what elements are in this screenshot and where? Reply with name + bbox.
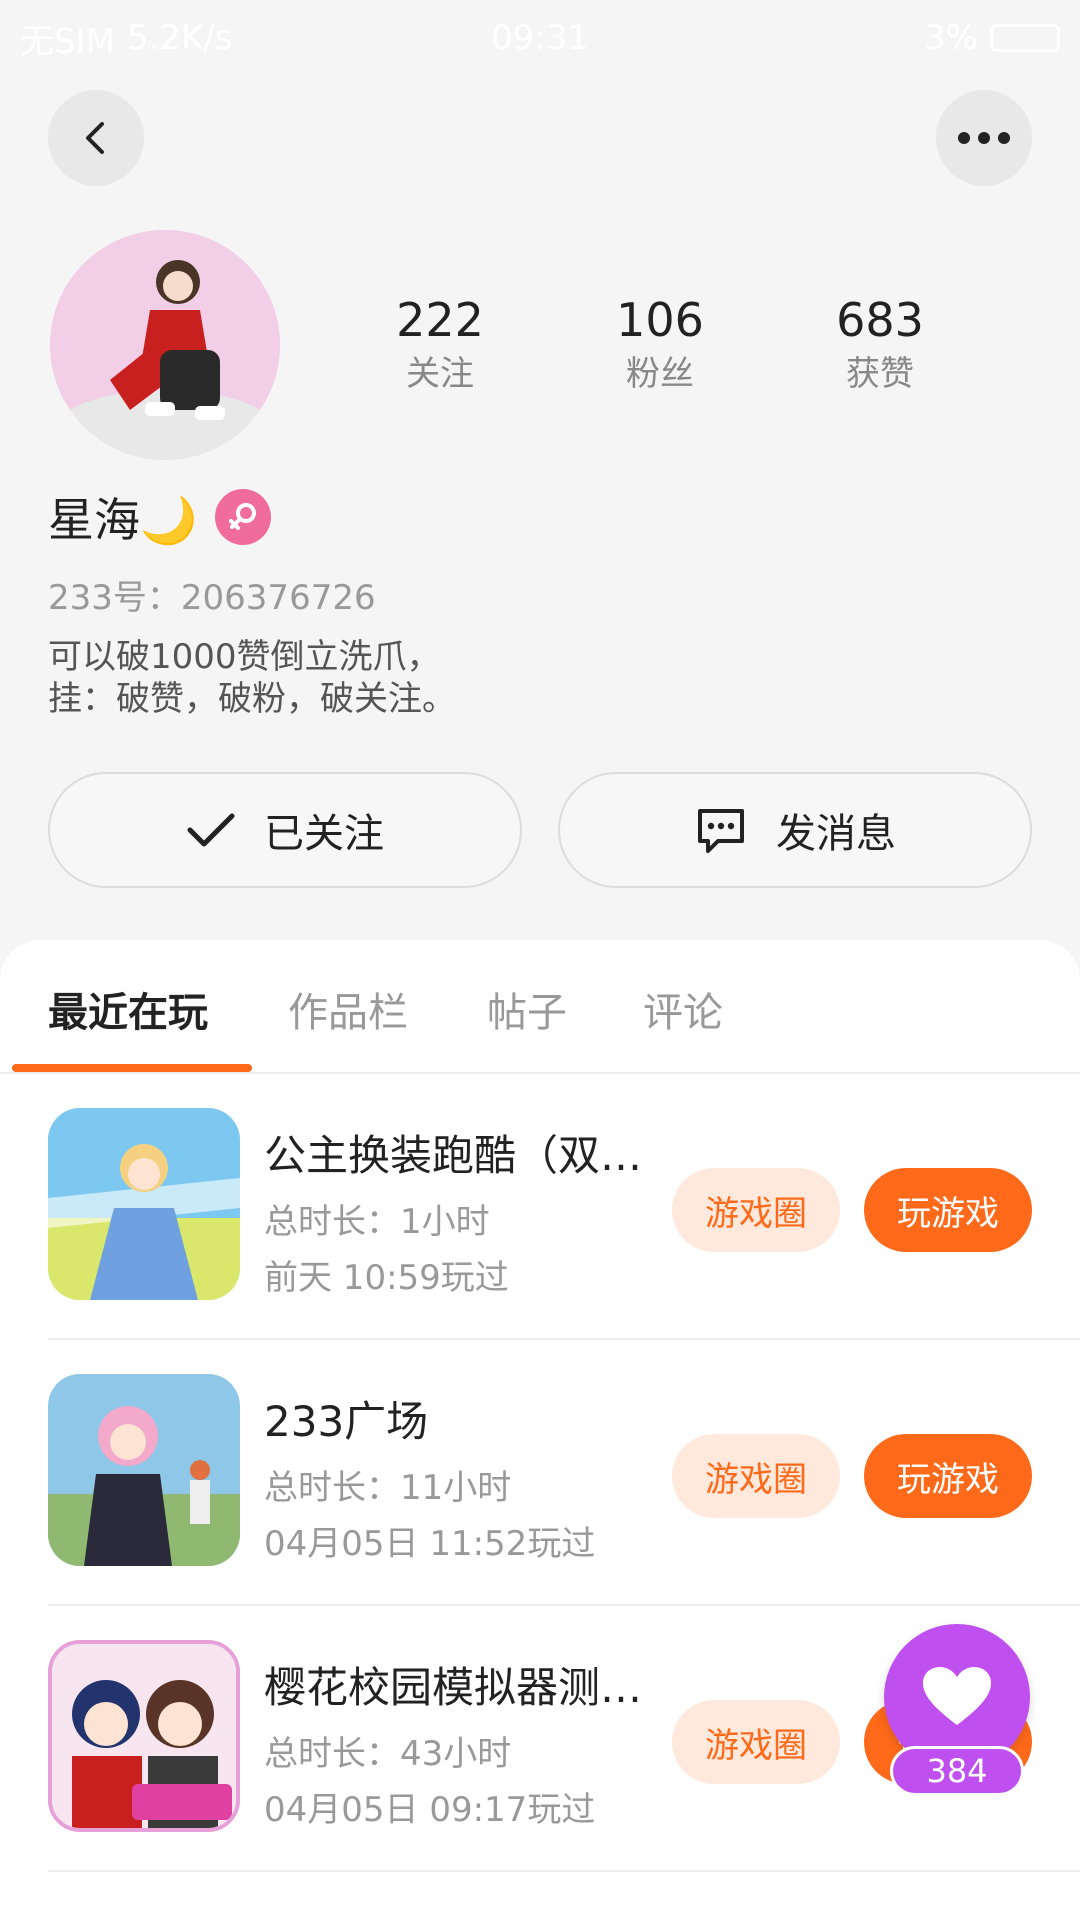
- send-message-button[interactable]: 发消息: [558, 772, 1032, 888]
- game-icon[interactable]: [48, 1374, 240, 1566]
- game-list-item[interactable]: 233广场 总时长：11小时 04月05日 11:52玩过 游戏圈 玩游戏: [0, 1340, 1080, 1606]
- game-last-played: 04月05日 11:52玩过: [264, 1524, 596, 1564]
- user-id-label: 233号：: [48, 578, 181, 618]
- game-title: 公主换装跑酷（双…: [264, 1131, 643, 1180]
- stat-label: 关注: [406, 354, 474, 394]
- game-circle-button[interactable]: 游戏圈: [672, 1434, 840, 1518]
- user-id-value: 206376726: [180, 578, 376, 618]
- followed-button-label: 已关注: [264, 811, 384, 857]
- stat-followers[interactable]: 106 粉丝: [550, 290, 770, 398]
- game-list-item[interactable]: 公主换装跑酷（双… 总时长：1小时 前天 10:59玩过 游戏圈 玩游戏: [0, 1074, 1080, 1340]
- back-arrow-icon: [86, 122, 104, 154]
- bio-line: 可以破1000赞倒立洗爪，: [48, 637, 441, 677]
- game-play-duration: 总时长：43小时: [264, 1734, 512, 1774]
- game-last-played: 04月05日 09:17玩过: [264, 1790, 596, 1830]
- stat-value: 222: [396, 293, 484, 347]
- stat-label: 获赞: [846, 354, 914, 394]
- game-play-duration: 总时长：1小时: [264, 1202, 490, 1242]
- profile-stats: 222 关注 106 粉丝 683 获赞: [330, 290, 990, 398]
- game-circle-button[interactable]: 游戏圈: [672, 1700, 840, 1784]
- divider: [48, 1870, 1080, 1872]
- checkmark-icon: [187, 813, 235, 847]
- more-options-button[interactable]: [936, 90, 1032, 186]
- back-button[interactable]: [48, 90, 144, 186]
- game-circle-button[interactable]: 游戏圈: [672, 1168, 840, 1252]
- game-icon[interactable]: [48, 1108, 240, 1300]
- name-row: 星海🌙: [48, 484, 272, 550]
- stat-label: 粉丝: [626, 354, 694, 394]
- game-title: 233广场: [264, 1397, 429, 1446]
- bio-line: 挂：破赞，破粉，破关注。: [48, 679, 456, 719]
- send-message-label: 发消息: [776, 811, 896, 857]
- tab-comments[interactable]: 评论: [643, 980, 723, 1038]
- more-dots-icon: [958, 132, 1010, 144]
- game-last-played: 前天 10:59玩过: [264, 1258, 509, 1298]
- followed-button[interactable]: 已关注: [48, 772, 522, 888]
- play-game-button[interactable]: 玩游戏: [864, 1434, 1032, 1518]
- stat-likes[interactable]: 683 获赞: [770, 290, 990, 398]
- tab-posts[interactable]: 帖子: [487, 980, 567, 1038]
- user-id: 233号：206376726: [48, 570, 376, 619]
- clock: 09:31: [491, 18, 589, 58]
- chat-bubble-icon: [698, 809, 744, 853]
- like-count-badge: 384: [890, 1746, 1024, 1796]
- tab-works[interactable]: 作品栏: [288, 980, 408, 1038]
- female-gender-icon: [215, 489, 272, 545]
- status-bar: 无SIM 5.2K/s 09:31 3%: [0, 0, 1080, 76]
- stat-value: 683: [836, 293, 924, 347]
- avatar-character-icon: [50, 230, 280, 460]
- avatar[interactable]: [50, 230, 280, 460]
- user-name: 星海🌙: [48, 493, 198, 547]
- heart-icon: [923, 1667, 991, 1725]
- tab-recently-played[interactable]: 最近在玩: [48, 980, 208, 1038]
- game-icon[interactable]: [48, 1640, 240, 1832]
- active-tab-indicator: [12, 1064, 252, 1072]
- stat-following[interactable]: 222 关注: [330, 290, 550, 398]
- play-game-button[interactable]: 玩游戏: [864, 1168, 1032, 1252]
- stat-value: 106: [616, 293, 704, 347]
- user-bio: 可以破1000赞倒立洗爪， 挂：破赞，破粉，破关注。: [48, 636, 456, 720]
- game-title: 樱花校园模拟器测…: [264, 1663, 643, 1712]
- tab-bar: 最近在玩 作品栏 帖子 评论: [0, 940, 1080, 1074]
- game-play-duration: 总时长：11小时: [264, 1468, 512, 1508]
